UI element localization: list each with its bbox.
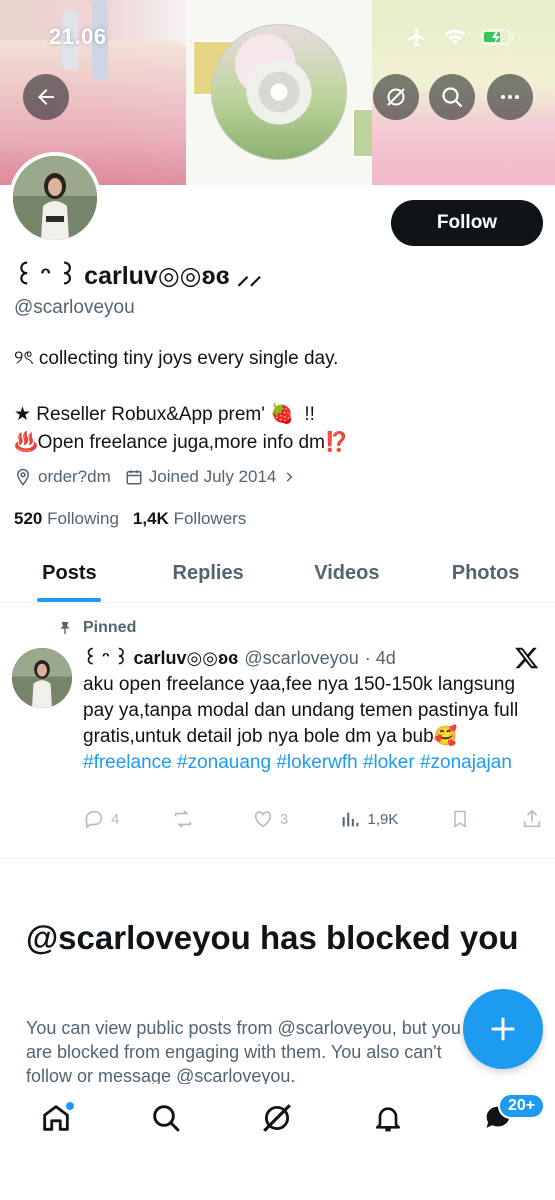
- location-text: order?dm: [38, 467, 111, 486]
- repost-button[interactable]: [171, 808, 201, 830]
- followers-label: Followers: [173, 509, 247, 528]
- status-time: 21.06: [49, 24, 107, 49]
- tab-posts[interactable]: Posts: [0, 545, 139, 602]
- views-button[interactable]: 1,9K: [340, 808, 399, 830]
- hashtag-link[interactable]: #zonajajan: [420, 752, 512, 773]
- nav-home[interactable]: [36, 1098, 76, 1138]
- x-logo-icon: [515, 647, 539, 669]
- post-time: · 4d: [364, 648, 396, 668]
- pinned-label: Pinned: [83, 619, 137, 636]
- bio-line: ୨ৎ collecting tiny joys every single day…: [14, 348, 339, 369]
- profile-meta: order?dm Joined July 2014: [14, 467, 296, 487]
- nav-notifications[interactable]: [368, 1098, 408, 1138]
- airplane-icon: [407, 27, 426, 47]
- reply-button[interactable]: 4: [83, 808, 119, 830]
- more-button[interactable]: [487, 74, 533, 120]
- profile-bio: ୨ৎ collecting tiny joys every single day…: [14, 345, 544, 457]
- status-icons: [405, 26, 515, 48]
- pinned-indicator: Pinned: [57, 619, 136, 637]
- followers-count: 1,4K: [132, 509, 169, 528]
- following-label: Following: [47, 509, 119, 528]
- bell-icon: [376, 1107, 400, 1132]
- heart-icon: [254, 811, 272, 828]
- hashtag-link[interactable]: #freelance: [83, 752, 172, 773]
- bio-line: ♨️Open freelance juga,more info dm⁉️: [14, 432, 349, 453]
- bookmark-icon: [453, 810, 466, 828]
- profile-stats: 520 Following 1,4K Followers: [14, 509, 246, 529]
- hashtag-link[interactable]: #loker: [363, 752, 415, 773]
- messages-badge: 20+: [498, 1093, 546, 1119]
- repost-icon: [174, 810, 191, 828]
- profile-handle: @scarloveyou: [14, 297, 135, 318]
- profile-display-name: ꒰ ᵔ ꒱ carluv◎◎ʚɞ ⸝⸝: [14, 262, 262, 290]
- plus-icon: [491, 1017, 515, 1041]
- tab-replies[interactable]: Replies: [139, 545, 278, 602]
- post-actions: 4 3 1,9K: [83, 808, 543, 830]
- avatar-image: [12, 648, 72, 708]
- search-icon: [442, 87, 463, 108]
- battery-icon: [481, 29, 514, 45]
- profile-location: order?dm: [14, 467, 111, 487]
- joined-text: Joined July 2014: [148, 467, 277, 486]
- calendar-icon: [126, 470, 142, 485]
- profile-avatar[interactable]: [9, 152, 101, 244]
- grok-icon: [263, 1104, 291, 1132]
- search-button[interactable]: [429, 74, 475, 120]
- wifi-icon: [444, 29, 466, 45]
- back-button[interactable]: [23, 74, 69, 120]
- like-count: 3: [279, 810, 289, 828]
- view-count: 1,9K: [367, 810, 399, 828]
- followers-link[interactable]: 1,4K Followers: [133, 509, 246, 529]
- post-author-handle[interactable]: @scarloveyou: [244, 648, 358, 669]
- arrow-left-icon: [38, 89, 54, 105]
- following-count: 520: [14, 509, 43, 528]
- post-author-name[interactable]: ꒰ ᵔ ꒱ carluv◎◎ʚɞ: [83, 646, 238, 669]
- post-header: ꒰ ᵔ ꒱ carluv◎◎ʚɞ @scarloveyou · 4d: [83, 646, 396, 669]
- location-pin-icon: [16, 468, 30, 486]
- compose-button[interactable]: [463, 989, 543, 1069]
- hashtag-link[interactable]: #lokerwfh: [276, 752, 357, 773]
- hashtag-link[interactable]: #zonauang: [177, 752, 271, 773]
- bar-chart-icon: [342, 812, 358, 827]
- bookmark-button[interactable]: [450, 808, 470, 830]
- share-button[interactable]: [521, 808, 543, 830]
- tab-photos[interactable]: Photos: [416, 545, 555, 602]
- blocked-title: @scarloveyou has blocked you: [26, 919, 519, 956]
- bio-line: ★ Reseller Robux&App prem' 🍓 !!: [14, 404, 315, 425]
- grok-button[interactable]: [373, 74, 419, 120]
- profile-joined[interactable]: Joined July 2014: [125, 467, 297, 487]
- like-button[interactable]: 3: [252, 808, 288, 830]
- profile-tabs: Posts Replies Videos Photos: [0, 545, 555, 603]
- tab-videos[interactable]: Videos: [278, 545, 417, 602]
- status-bar: 21.06: [0, 22, 555, 52]
- following-link[interactable]: 520 Following: [14, 509, 119, 529]
- pin-icon: [60, 622, 70, 634]
- chevron-right-icon: [287, 472, 293, 482]
- avatar-image: [13, 156, 97, 240]
- nav-grok[interactable]: [257, 1098, 297, 1138]
- more-horizontal-icon: [501, 95, 519, 99]
- reply-count: 4: [111, 810, 120, 828]
- share-icon: [523, 809, 541, 828]
- blocked-description: You can view public posts from @scarlove…: [26, 1018, 461, 1084]
- post-author-avatar[interactable]: [12, 648, 72, 708]
- divider: [0, 858, 555, 859]
- reply-icon: [85, 810, 103, 829]
- nav-search[interactable]: [146, 1098, 186, 1138]
- search-icon: [153, 1105, 180, 1132]
- post-body: aku open freelance yaa,fee nya 150-150k …: [83, 672, 545, 776]
- follow-button[interactable]: Follow: [391, 200, 543, 246]
- grok-icon: [387, 88, 405, 106]
- notification-dot: [66, 1102, 74, 1110]
- post-text: aku open freelance yaa,fee nya 150-150k …: [83, 674, 519, 747]
